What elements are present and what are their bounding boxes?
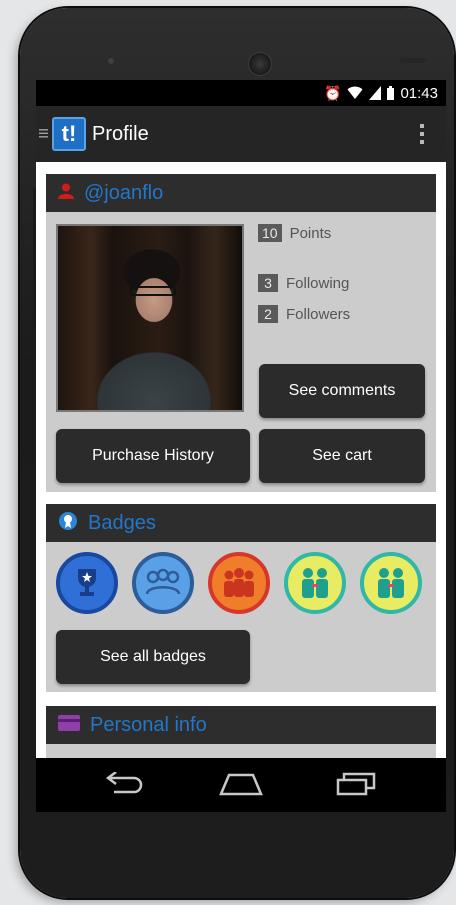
proximity-sensor xyxy=(400,58,426,63)
wifi-icon xyxy=(347,86,363,99)
page-title: Profile xyxy=(92,122,149,145)
points-count: 10 xyxy=(258,224,282,242)
signal-icon xyxy=(369,86,382,100)
profile-card-header: @joanflo xyxy=(46,174,436,212)
alarm-icon: ⏰ xyxy=(324,84,342,101)
card-icon xyxy=(58,714,80,736)
followers-count: 2 xyxy=(258,305,278,323)
points-stat: 10 Points xyxy=(258,224,331,242)
drawer-icon[interactable]: ≡ xyxy=(38,123,48,146)
see-comments-button[interactable]: See comments xyxy=(259,364,425,418)
profile-card: @joanflo 10 Points 3 Following 2 Followe… xyxy=(46,174,436,492)
see-cart-button[interactable]: See cart xyxy=(259,429,425,483)
battery-icon xyxy=(387,86,395,100)
action-bar: ≡ t! Profile xyxy=(36,106,446,162)
badges-card-header: Badges xyxy=(46,504,436,542)
front-camera xyxy=(108,58,114,64)
content-area: @joanflo 10 Points 3 Following 2 Followe… xyxy=(36,162,446,758)
personal-info-title: Personal info xyxy=(90,713,207,736)
badge-icon xyxy=(58,511,78,536)
status-bar: ⏰ 01:43 xyxy=(36,80,446,106)
group-icon[interactable] xyxy=(208,552,270,614)
purchase-history-button[interactable]: Purchase History xyxy=(56,429,250,483)
badges-card: Badges See all badges xyxy=(46,504,436,692)
personal-info-header[interactable]: Personal info xyxy=(46,706,436,744)
see-all-badges-button[interactable]: See all badges xyxy=(56,630,250,684)
trophy-icon[interactable] xyxy=(56,552,118,614)
personal-info-card: Personal info xyxy=(46,706,436,758)
badges-title: Badges xyxy=(88,511,156,534)
points-label: Points xyxy=(289,224,332,242)
pair-icon[interactable] xyxy=(360,552,422,614)
profile-photo-detail xyxy=(130,286,176,296)
app-logo[interactable]: t! xyxy=(52,117,86,151)
pair-icon[interactable] xyxy=(284,552,346,614)
earpiece-speaker xyxy=(248,52,272,76)
following-label: Following xyxy=(286,274,350,292)
profile-photo[interactable] xyxy=(56,224,244,412)
overflow-menu-icon[interactable] xyxy=(420,124,424,144)
user-icon xyxy=(58,183,74,204)
recents-icon[interactable] xyxy=(336,772,376,801)
following-stat[interactable]: 3 Following xyxy=(258,274,349,292)
logo-text: t! xyxy=(61,121,77,146)
followers-label: Followers xyxy=(286,305,351,323)
badges-row xyxy=(46,542,436,632)
group-ribbon-icon[interactable] xyxy=(132,552,194,614)
following-count: 3 xyxy=(258,274,278,292)
home-icon[interactable] xyxy=(219,772,263,801)
screen: ⏰ 01:43 ≡ t! Profile @joanflo 10 Points … xyxy=(36,80,446,812)
status-time: 01:43 xyxy=(400,84,438,102)
username: @joanflo xyxy=(84,181,164,204)
back-icon[interactable] xyxy=(104,771,144,801)
followers-stat[interactable]: 2 Followers xyxy=(258,305,350,323)
navigation-bar xyxy=(36,758,446,812)
